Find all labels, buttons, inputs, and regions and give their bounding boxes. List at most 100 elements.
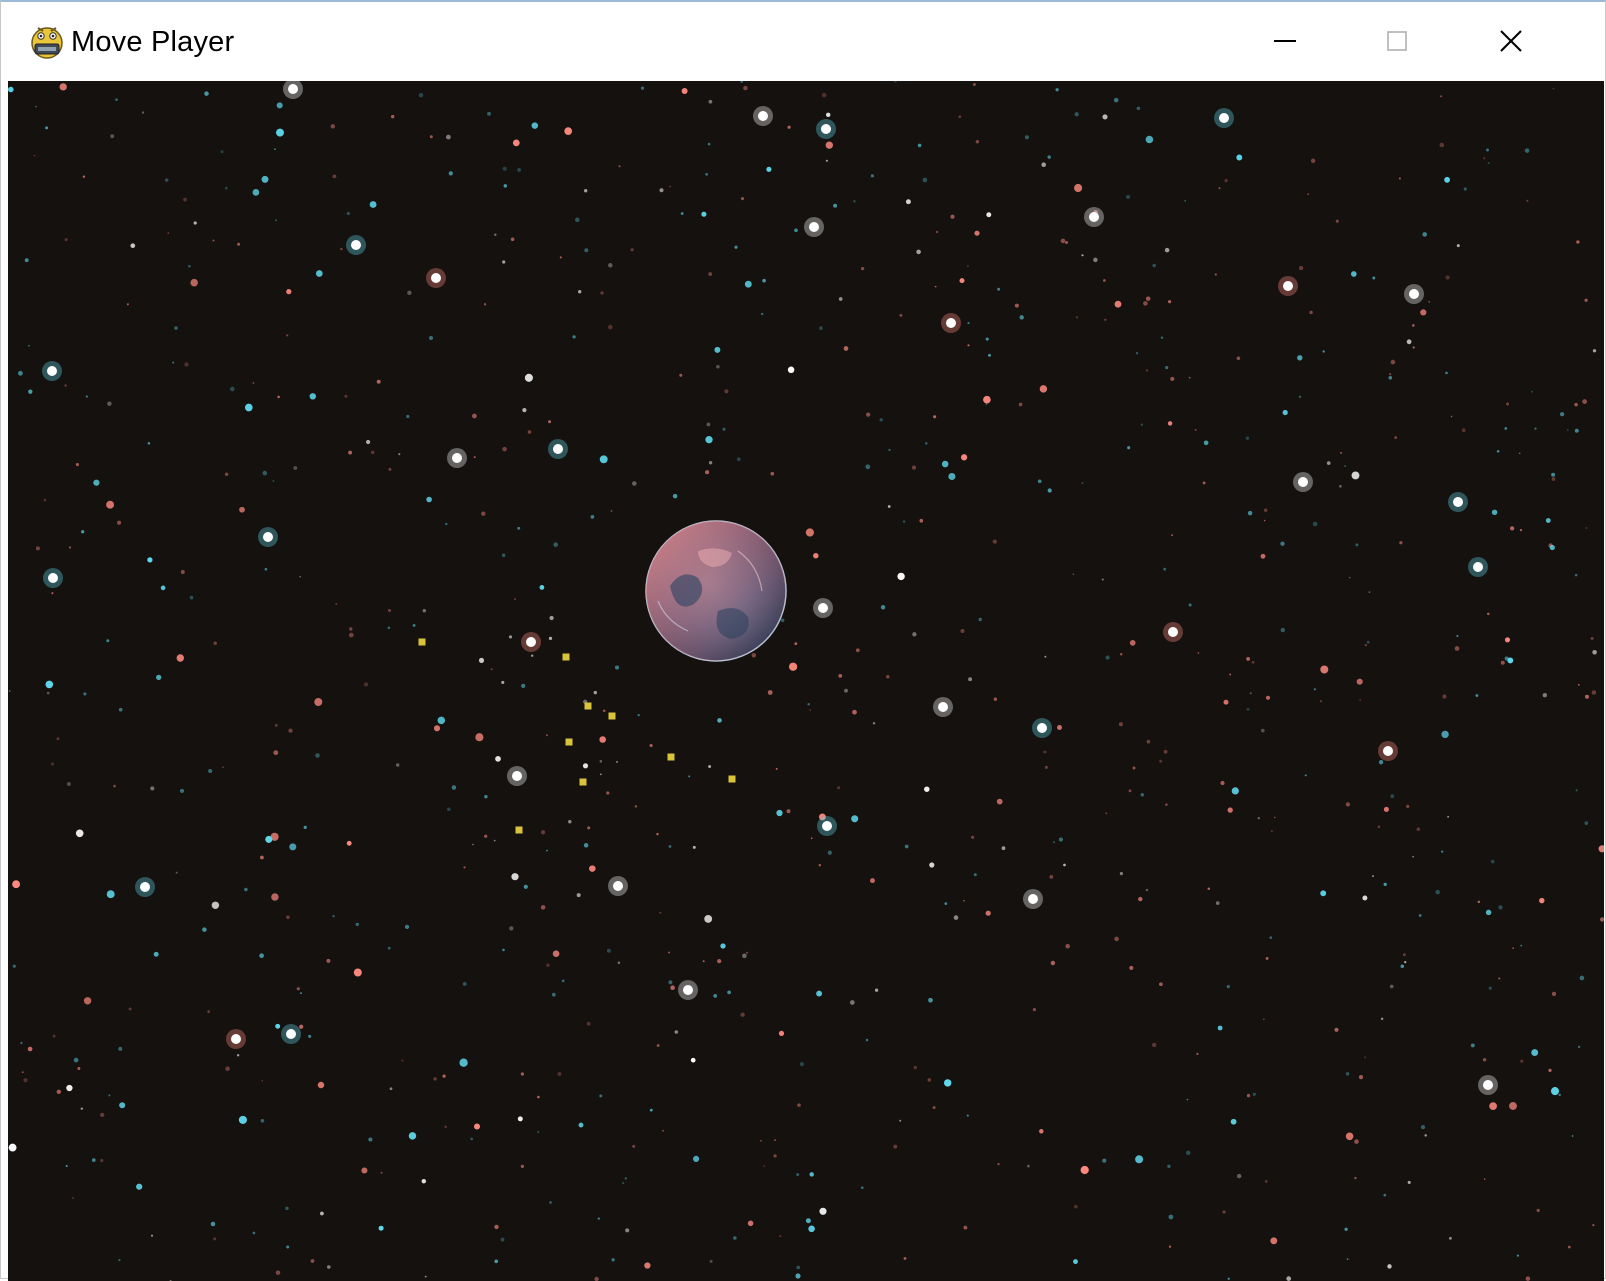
star xyxy=(972,83,976,86)
star xyxy=(578,1122,584,1128)
star xyxy=(1380,1017,1384,1021)
star xyxy=(126,303,129,306)
star xyxy=(66,782,71,786)
star xyxy=(827,850,832,855)
star xyxy=(1549,544,1555,551)
star xyxy=(649,743,653,748)
star xyxy=(93,479,100,486)
star xyxy=(1245,436,1250,440)
star xyxy=(632,1144,636,1148)
star xyxy=(1265,956,1269,960)
star xyxy=(1065,943,1070,949)
star xyxy=(608,263,613,268)
star xyxy=(422,609,426,613)
star xyxy=(1482,1058,1487,1062)
star xyxy=(1520,944,1523,947)
bright-star xyxy=(351,240,361,250)
star xyxy=(463,866,466,869)
star xyxy=(1236,154,1243,161)
star xyxy=(1346,1258,1349,1261)
star xyxy=(118,1258,121,1262)
star xyxy=(879,418,883,422)
star xyxy=(1105,655,1110,660)
star xyxy=(478,657,485,663)
star xyxy=(293,466,298,470)
star xyxy=(106,890,115,899)
star xyxy=(64,237,68,242)
star xyxy=(107,401,112,406)
star xyxy=(406,414,410,419)
star xyxy=(583,843,589,848)
star xyxy=(1441,730,1449,739)
star xyxy=(670,985,675,991)
star xyxy=(625,1228,630,1233)
star xyxy=(442,1074,446,1078)
star xyxy=(1055,88,1059,92)
star xyxy=(164,178,169,182)
star xyxy=(1574,428,1579,433)
star xyxy=(77,1067,81,1070)
star xyxy=(1129,640,1136,646)
star xyxy=(1584,298,1588,302)
star xyxy=(275,1270,281,1275)
star xyxy=(720,943,726,949)
bright-star xyxy=(613,881,623,891)
star xyxy=(212,239,215,242)
star xyxy=(378,1225,384,1231)
star xyxy=(252,382,255,384)
star xyxy=(668,980,673,985)
close-button[interactable] xyxy=(1455,4,1567,78)
star xyxy=(1207,887,1211,890)
star xyxy=(557,1071,562,1076)
star xyxy=(153,951,159,957)
star xyxy=(1236,1173,1242,1179)
star xyxy=(974,230,980,236)
star xyxy=(376,379,381,384)
star xyxy=(966,1114,969,1117)
star xyxy=(45,680,54,689)
star xyxy=(902,520,906,523)
particle xyxy=(584,702,592,710)
star xyxy=(1171,534,1173,536)
star xyxy=(1428,300,1431,303)
maximize-button[interactable] xyxy=(1341,4,1453,78)
star xyxy=(317,1081,325,1089)
star xyxy=(874,988,879,992)
star xyxy=(517,1116,523,1122)
star xyxy=(459,1058,468,1067)
star xyxy=(51,592,54,595)
star xyxy=(746,951,748,954)
game-canvas[interactable] xyxy=(8,81,1604,1281)
star xyxy=(1252,1092,1256,1096)
star xyxy=(1102,1158,1107,1163)
star xyxy=(640,86,645,90)
star xyxy=(904,844,909,849)
star xyxy=(20,1041,23,1045)
star xyxy=(1339,451,1343,454)
star xyxy=(740,197,745,201)
star xyxy=(119,1102,126,1109)
star xyxy=(1345,1132,1354,1141)
star xyxy=(656,1044,660,1047)
star xyxy=(387,626,391,630)
star xyxy=(933,415,937,419)
star xyxy=(183,197,187,202)
star xyxy=(156,674,162,681)
star xyxy=(669,185,671,188)
star xyxy=(1356,678,1363,685)
star xyxy=(330,124,335,129)
star xyxy=(494,233,497,236)
star xyxy=(369,201,377,208)
star xyxy=(1246,707,1250,711)
star xyxy=(1344,465,1346,467)
star xyxy=(1491,509,1498,516)
star xyxy=(1592,650,1597,655)
star xyxy=(353,968,362,977)
star xyxy=(1355,543,1359,547)
star xyxy=(108,1094,111,1097)
bright-star xyxy=(1453,497,1463,507)
star xyxy=(1488,986,1492,990)
title-bar[interactable]: Move Player xyxy=(7,4,1603,80)
star xyxy=(1500,660,1505,665)
minimize-button[interactable] xyxy=(1229,4,1341,78)
